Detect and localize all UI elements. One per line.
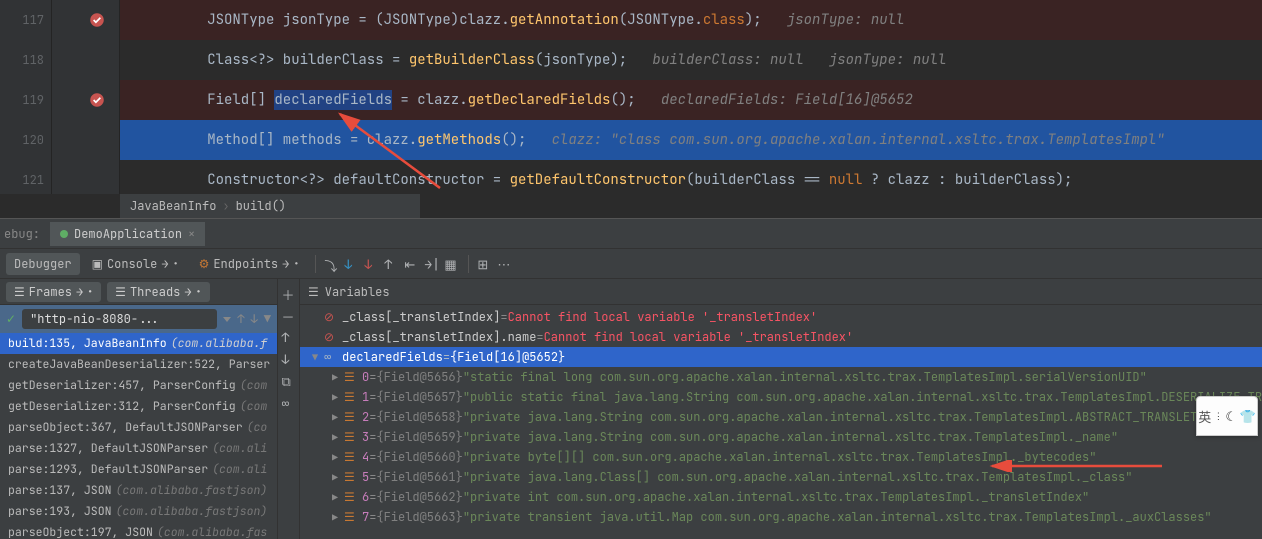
code-line[interactable]: Constructor<?> defaultConstructor = getD… [120, 160, 1262, 194]
stack-frame[interactable]: parse:1293, DefaultJSONParser(com.ali [0, 459, 277, 480]
stack-frame[interactable]: parse:1327, DefaultJSONParser(com.ali [0, 438, 277, 459]
step-over-icon[interactable]: ⤵ [324, 256, 340, 272]
variable-item[interactable]: ▶☰4 = {Field@5660} "private byte[][] com… [300, 447, 1262, 467]
stack-frames[interactable]: build:135, JavaBeanInfo(com.alibaba.fcre… [0, 333, 277, 539]
stack-frame[interactable]: getDeserializer:457, ParserConfig(com [0, 375, 277, 396]
code-line[interactable]: Field[] declaredFields = clazz.getDeclar… [120, 80, 1262, 120]
prev-frame-icon[interactable]: ↑ [237, 311, 244, 327]
execution-line[interactable]: Method[] methods = clazz.getMethods(); c… [120, 120, 1262, 160]
step-into-icon[interactable]: ↓ [344, 256, 360, 272]
line-number[interactable]: 118 [0, 40, 52, 80]
filter-icon[interactable]: ▼ [264, 311, 271, 327]
line-number[interactable]: 121 [0, 160, 52, 194]
breakpoint-icon[interactable] [88, 11, 106, 29]
variables-panel: ＋ － ↑ ↓ ⧉ ∞ ☰ Variables ⊘_class[_transle… [278, 279, 1262, 539]
variable-item[interactable]: ▶☰3 = {Field@5659} "private java.lang.St… [300, 427, 1262, 447]
variable-item[interactable]: ▶☰1 = {Field@5657} "public static final … [300, 387, 1262, 407]
run-status-icon [60, 230, 68, 238]
stack-frame[interactable]: parse:137, JSON(com.alibaba.fastjson) [0, 480, 277, 501]
minus-icon[interactable]: － [282, 307, 296, 321]
code-line[interactable]: Class<?> builderClass = getBuilderClass(… [120, 40, 1262, 80]
frames-tab[interactable]: ☰ Frames →• [6, 282, 101, 302]
ime-indicator[interactable]: 英 ⋮ ☾ 👕 [1196, 396, 1258, 436]
stack-frame[interactable]: build:135, JavaBeanInfo(com.alibaba.f [0, 333, 277, 354]
down-icon[interactable]: ↓ [282, 351, 296, 365]
plus-icon[interactable]: ＋ [282, 285, 296, 299]
frames-panel: ☰ Frames →• ☰ Threads →• ✓ "http-nio-808… [0, 279, 278, 539]
frames-header: ☰ Frames →• ☰ Threads →• [0, 279, 277, 305]
calculator-icon[interactable]: ⊞ [477, 256, 493, 272]
step-out-icon[interactable]: ↑ [384, 256, 400, 272]
variable-item[interactable]: ▶☰0 = {Field@5656} "static final long co… [300, 367, 1262, 387]
variable-selected[interactable]: ▼∞declaredFields = {Field[16]@5652} [300, 347, 1262, 367]
thread-selector[interactable]: ✓ "http-nio-8080-... ↑ ↓ ▼ [0, 305, 277, 333]
breakpoint-icon[interactable] [88, 91, 106, 109]
debugger-tab[interactable]: Debugger [6, 253, 80, 275]
stack-frame[interactable]: parseObject:197, JSON(com.alibaba.fas [0, 522, 277, 539]
line-number[interactable]: 119 [0, 80, 52, 120]
next-frame-icon[interactable]: ↓ [251, 311, 258, 327]
side-toolbar: ＋ － ↑ ↓ ⧉ ∞ [278, 279, 300, 539]
stack-frame[interactable]: parse:193, JSON(com.alibaba.fastjson) [0, 501, 277, 522]
stack-frame[interactable]: getDeserializer:312, ParserConfig(com [0, 396, 277, 417]
icon-gutter [52, 0, 120, 194]
variable-item[interactable]: ▶☰2 = {Field@5658} "private java.lang.St… [300, 407, 1262, 427]
variable-item[interactable]: ▶☰5 = {Field@5661} "private java.lang.Cl… [300, 467, 1262, 487]
watch-error[interactable]: ⊘_class[_transletIndex] = Cannot find lo… [300, 307, 1262, 327]
copy-icon[interactable]: ⧉ [282, 373, 296, 387]
evaluate-icon[interactable]: ▦ [444, 256, 460, 272]
debug-label: ebug: [4, 226, 40, 242]
breadcrumb[interactable]: JavaBeanInfo›build() [120, 194, 420, 218]
run-tab-row: ebug: DemoApplication × [0, 219, 1262, 249]
line-number[interactable]: 120 [0, 120, 52, 160]
variables-list[interactable]: ⊘_class[_transletIndex] = Cannot find lo… [300, 305, 1262, 539]
code-line[interactable]: JSONType jsonType = (JSONType)clazz.getA… [120, 0, 1262, 40]
more-icon[interactable]: ⋯ [497, 256, 513, 272]
endpoints-tab[interactable]: ⚙ Endpoints →• [191, 253, 308, 275]
run-to-cursor-icon[interactable]: →| [424, 256, 440, 272]
debug-panel: ebug: DemoApplication × Debugger ▣ Conso… [0, 218, 1262, 539]
line-number[interactable]: 117 [0, 0, 52, 40]
up-icon[interactable]: ↑ [282, 329, 296, 343]
glasses-icon[interactable]: ∞ [282, 395, 296, 409]
debug-toolbar: Debugger ▣ Console →• ⚙ Endpoints →• ⤵ ↓… [0, 249, 1262, 279]
drop-frame-icon[interactable]: ⇤ [404, 256, 420, 272]
variables-header: ☰ Variables [300, 279, 1262, 305]
threads-tab[interactable]: ☰ Threads →• [107, 282, 209, 302]
run-config-tab[interactable]: DemoApplication × [50, 222, 205, 246]
stack-frame[interactable]: parseObject:367, DefaultJSONParser(co [0, 417, 277, 438]
selected-text: declaredFields [274, 90, 392, 110]
console-tab[interactable]: ▣ Console →• [84, 253, 187, 275]
variable-item[interactable]: ▶☰6 = {Field@5662} "private int com.sun.… [300, 487, 1262, 507]
stack-frame[interactable]: createJavaBeanDeserializer:522, Parser [0, 354, 277, 375]
variable-item[interactable]: ▶☰7 = {Field@5663} "private transient ja… [300, 507, 1262, 527]
watch-error[interactable]: ⊘_class[_transletIndex].name = Cannot fi… [300, 327, 1262, 347]
force-step-into-icon[interactable]: ↓ [364, 256, 380, 272]
code-editor[interactable]: 117 JSONType jsonType = (JSONType)clazz.… [0, 0, 1262, 194]
